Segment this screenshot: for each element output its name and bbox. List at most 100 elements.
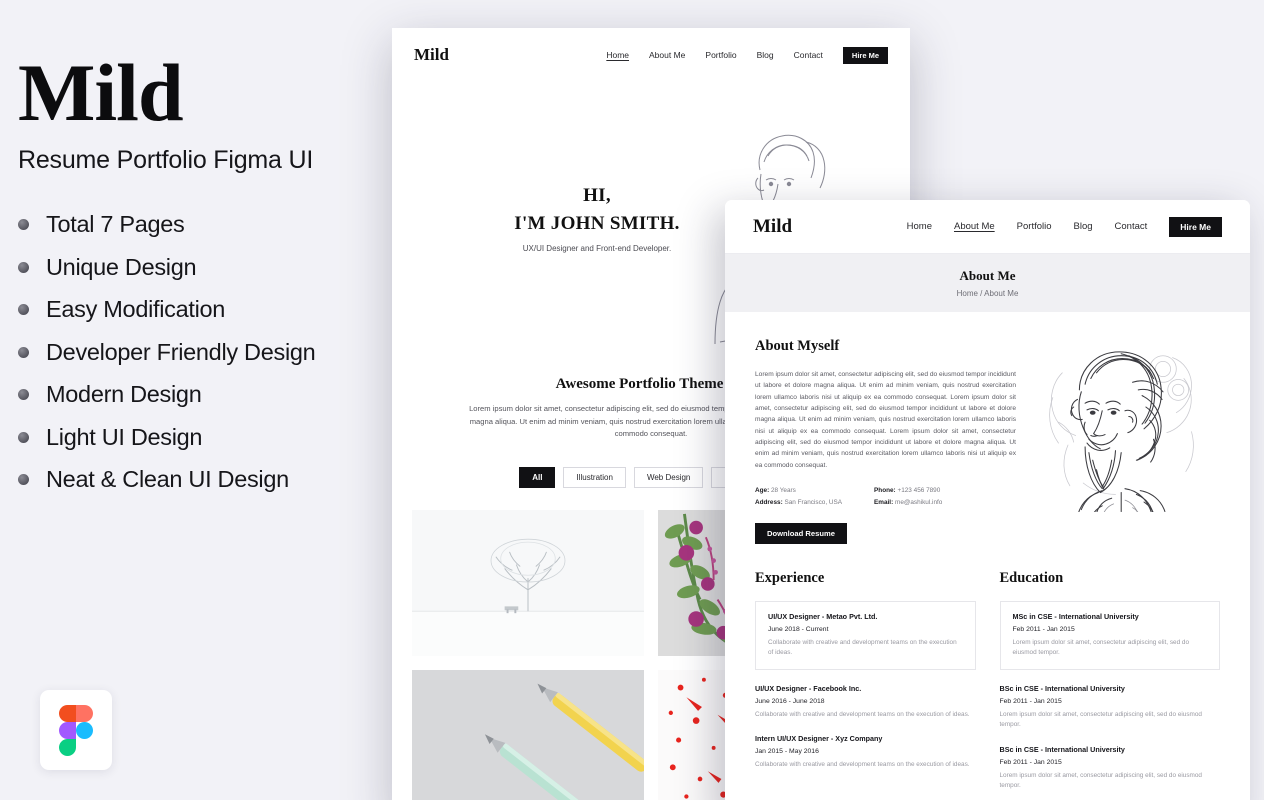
nav-link-about-me[interactable]: About Me	[649, 50, 685, 60]
hire-me-button[interactable]: Hire Me	[1169, 216, 1222, 237]
portfolio-item-snowy-tree[interactable]	[412, 509, 644, 656]
portfolio-item-two-pens[interactable]	[412, 669, 644, 800]
resume-entry-note: Collaborate with creative and developmen…	[755, 710, 970, 718]
feature-item: Modern Design	[18, 381, 400, 408]
download-resume-button[interactable]: Download Resume	[755, 522, 847, 544]
nav-link-home[interactable]: Home	[907, 221, 932, 232]
resume-entry-note: Lorem ipsum dolor sit amet, consectetur …	[1012, 638, 1190, 657]
about-page-window: Mild Home About Me Portfolio Blog Contact Hir…	[725, 200, 1250, 800]
bullet-icon	[18, 219, 29, 230]
email-row: Email: me@ashikul.info	[874, 497, 942, 509]
breadcrumb: Home / About Me	[956, 289, 1019, 298]
feature-item: Total 7 Pages	[18, 211, 400, 238]
nav-link-portfolio[interactable]: Portfolio	[1017, 221, 1052, 232]
bearded-man-portrait-line-art-icon	[1030, 338, 1220, 544]
resume-entry-note: Collaborate with creative and developmen…	[768, 638, 957, 657]
resume-entry-role: Intern UI/UX Designer - Xyz Company	[755, 734, 883, 744]
experience-column: Experience UI/UX Designer - Metao Pvt. L…	[755, 570, 976, 800]
bullet-icon	[18, 389, 29, 400]
home-nav-logo[interactable]: Mild	[414, 45, 449, 65]
experience-list: UI/UX Designer - Metao Pvt. Ltd. June 201…	[755, 600, 976, 771]
portfolio-filter-all[interactable]: All	[519, 466, 556, 488]
age-label: Age:	[755, 486, 770, 494]
address-label: Address:	[755, 498, 783, 506]
age-row: Age: 28 Years	[755, 485, 842, 497]
feature-label: Unique Design	[46, 253, 197, 280]
info-column-left: Age: 28 Years Address: San Francisco, US…	[755, 485, 842, 509]
experience-heading: Experience	[755, 569, 825, 586]
about-nav-links: Home About Me Portfolio Blog Contact Hire Me	[885, 216, 1222, 237]
education-heading: Education	[999, 569, 1064, 586]
feature-item: Neat & Clean UI Design	[18, 466, 400, 493]
feature-item: Developer Friendly Design	[18, 339, 400, 366]
home-navbar: Mild Home About Me Portfolio Blog Contact Hir…	[392, 28, 910, 82]
nav-link-home[interactable]: Home	[606, 50, 629, 60]
about-text-column: About Myself Lorem ipsum dolor sit amet,…	[755, 338, 1016, 544]
phone-value: +123 456 7890	[897, 486, 941, 494]
nav-link-blog[interactable]: Blog	[1074, 221, 1093, 232]
info-column-right: Phone: +123 456 7890 Email: me@ashikul.i…	[874, 485, 942, 509]
figma-badge	[40, 690, 112, 770]
resume-entry-note: Lorem ipsum dolor sit amet, consectetur …	[999, 710, 1202, 729]
feature-item: Easy Modification	[18, 296, 400, 323]
nav-link-portfolio[interactable]: Portfolio	[705, 50, 736, 60]
about-personal-info: Age: 28 Years Address: San Francisco, US…	[755, 485, 1016, 509]
resume-entry-note: Lorem ipsum dolor sit amet, consectetur …	[999, 771, 1202, 790]
about-section: About Myself Lorem ipsum dolor sit amet,…	[725, 312, 1250, 544]
resume-entry-role: UI/UX Designer - Metao Pvt. Ltd.	[768, 611, 878, 621]
product-logo: Mild	[18, 47, 184, 138]
bullet-icon	[18, 261, 29, 273]
about-paragraph: Lorem ipsum dolor sit amet, consectetur …	[755, 371, 1016, 469]
bullet-icon	[18, 304, 29, 315]
phone-row: Phone: +123 456 7890	[874, 485, 942, 497]
resume-entry-date: Feb 2011 - Jan 2015	[999, 758, 1062, 766]
product-subtitle: Resume Portfolio Figma UI	[18, 146, 314, 174]
age-value: 28 Years	[770, 486, 796, 494]
nav-link-contact[interactable]: Contact	[1115, 221, 1148, 232]
promo-panel: Mild Resume Portfolio Figma UI Total 7 P…	[0, 0, 400, 800]
resume-entry-role: BSc in CSE - International University	[999, 683, 1125, 693]
resume-entry-date: June 2016 - June 2018	[755, 697, 825, 705]
education-column: Education MSc in CSE - International Uni…	[999, 569, 1221, 800]
resume-entry: UI/UX Designer - Facebook Inc. June 2016 …	[755, 684, 976, 721]
bullet-icon	[18, 431, 29, 443]
feature-label: Total 7 Pages	[46, 211, 185, 237]
bullet-icon	[18, 346, 29, 358]
email-value: me@ashikul.info	[895, 498, 943, 506]
resume-entry-date: Jan 2015 - May 2016	[755, 748, 819, 756]
resume-entry-date: June 2018 - Current	[768, 625, 829, 633]
feature-label: Easy Modification	[46, 296, 226, 322]
feature-item: Unique Design	[18, 254, 400, 281]
resume-entry: UI/UX Designer - Metao Pvt. Ltd. June 201…	[755, 600, 976, 670]
resume-entry: BSc in CSE - International University Feb…	[1000, 745, 1221, 792]
about-nav-logo[interactable]: Mild	[753, 216, 792, 238]
nav-link-contact[interactable]: Contact	[794, 50, 823, 60]
bullet-icon	[18, 474, 29, 485]
portfolio-filter-web-design[interactable]: Web Design	[633, 466, 704, 488]
address-value: San Francisco, USA	[784, 498, 843, 506]
hire-me-button[interactable]: Hire Me	[842, 46, 888, 64]
resume-entry: Intern UI/UX Designer - Xyz Company Jan 2…	[755, 734, 976, 771]
about-heading: About Myself	[755, 338, 840, 354]
page-banner: About Me Home / About Me	[725, 254, 1250, 312]
resume-entry-note: Collaborate with creative and developmen…	[755, 761, 970, 769]
figma-logo-icon	[59, 705, 93, 756]
resume-entry-role: MSc in CSE - International University	[1012, 611, 1139, 621]
address-row: Address: San Francisco, USA	[755, 497, 842, 509]
resume-entry-date: Feb 2011 - Jan 2015	[999, 697, 1062, 705]
feature-label: Modern Design	[46, 381, 202, 407]
feature-label: Neat & Clean UI Design	[46, 466, 289, 492]
nav-link-blog[interactable]: Blog	[757, 50, 774, 60]
portfolio-filter-illustration[interactable]: Illustration	[563, 466, 626, 488]
resume-entry-role: BSc in CSE - International University	[999, 744, 1125, 754]
page-title: About Me	[959, 268, 1016, 283]
home-nav-links: Home About Me Portfolio Blog Contact Hire Me	[586, 46, 888, 64]
resume-entry: BSc in CSE - International University Feb…	[1000, 684, 1221, 731]
about-navbar: Mild Home About Me Portfolio Blog Contact Hir…	[725, 200, 1250, 254]
feature-label: Developer Friendly Design	[46, 338, 316, 365]
resume-entry-role: UI/UX Designer - Facebook Inc.	[755, 683, 862, 693]
nav-link-about-me[interactable]: About Me	[954, 221, 995, 232]
phone-label: Phone:	[874, 486, 896, 494]
feature-list: Total 7 Pages Unique Design Easy Modificat…	[18, 211, 400, 493]
email-label: Email:	[874, 498, 894, 506]
